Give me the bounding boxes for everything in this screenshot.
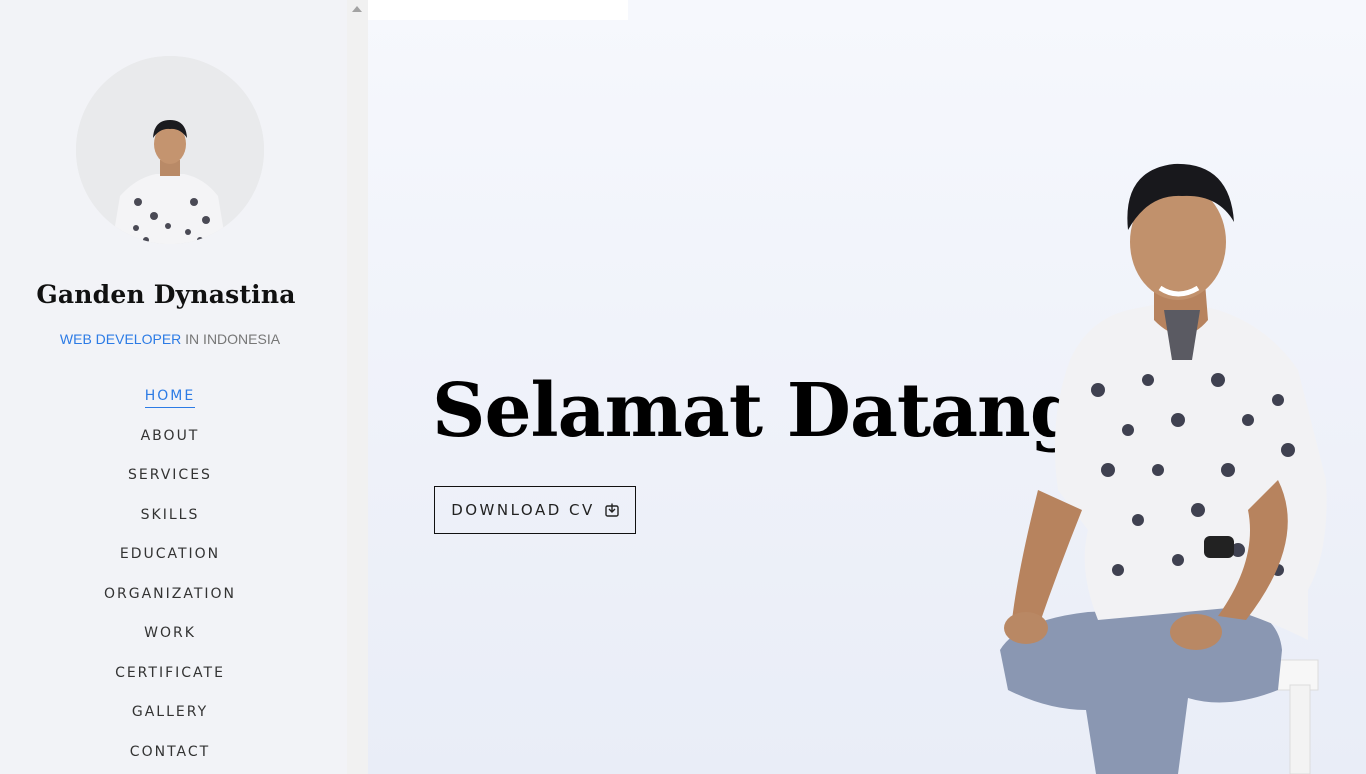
top-strip [368,0,628,20]
nav-item-skills[interactable]: SKILLS [0,507,340,526]
tagline-role: WEB DEVELOPER [59,331,182,347]
avatar [76,56,264,244]
nav-item-contact[interactable]: CONTACT [0,744,340,763]
nav-item-services[interactable]: SERVICES [0,467,340,486]
download-cv-button[interactable]: DOWNLOAD CV [434,486,636,534]
nav-item-home[interactable]: HOME [0,388,340,408]
sidebar: Ganden Dynastina WEB DEVELOPER IN INDONE… [0,0,347,774]
nav-item-certificate[interactable]: CERTIFICATE [0,665,340,684]
nav-item-work[interactable]: WORK [0,625,340,644]
download-icon [605,503,619,517]
profile-tagline: WEB DEVELOPER IN INDONESIA [0,331,340,347]
profile-name: Ganden Dynastina [36,280,296,309]
download-cv-label: DOWNLOAD CV [451,501,595,519]
nav-item-organization[interactable]: ORGANIZATION [0,586,340,605]
hero-person-photo [978,150,1366,774]
hero-section: Selamat Datang! DOWNLOAD CV [368,0,1366,774]
scroll-up-arrow-icon[interactable] [352,6,362,12]
tagline-location: IN INDONESIA [181,331,281,347]
sidebar-scrollbar[interactable] [347,0,368,774]
nav-item-about[interactable]: ABOUT [0,428,340,447]
nav-item-gallery[interactable]: GALLERY [0,704,340,723]
nav-item-education[interactable]: EDUCATION [0,546,340,565]
